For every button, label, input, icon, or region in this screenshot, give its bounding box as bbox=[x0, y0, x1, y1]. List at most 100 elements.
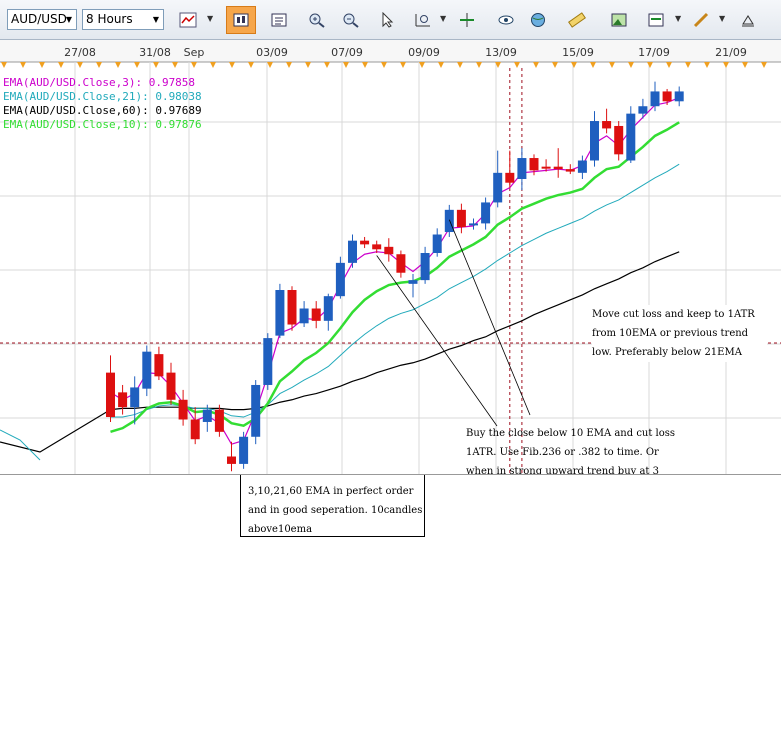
symbol-value: AUD/USD bbox=[11, 12, 67, 26]
candle-body bbox=[420, 253, 430, 281]
x-axis-marker bbox=[476, 62, 482, 68]
candle-view-button[interactable] bbox=[226, 6, 256, 34]
x-tick-label: 31/08 bbox=[139, 46, 171, 59]
x-axis-marker bbox=[153, 62, 159, 68]
x-axis-marker bbox=[457, 62, 463, 68]
candle-body bbox=[251, 384, 261, 437]
x-axis-marker bbox=[172, 62, 178, 68]
candle-body bbox=[190, 419, 200, 440]
annotation-pointer bbox=[448, 219, 531, 416]
zoom-area-icon bbox=[415, 14, 430, 27]
ema-line bbox=[110, 121, 680, 434]
x-axis-marker bbox=[96, 62, 102, 68]
text-button[interactable] bbox=[733, 6, 763, 34]
x-axis-marker bbox=[362, 62, 368, 68]
x-axis-marker bbox=[514, 62, 520, 68]
symbol-select[interactable]: AUD/USD ▼ bbox=[7, 9, 77, 30]
ruler-button[interactable] bbox=[562, 6, 592, 34]
candle-body bbox=[638, 106, 648, 114]
x-axis-marker bbox=[248, 62, 254, 68]
candle-body bbox=[626, 113, 636, 161]
x-axis-marker bbox=[685, 62, 691, 68]
candle-body bbox=[481, 202, 491, 224]
candle-body bbox=[130, 387, 140, 408]
candle-body bbox=[178, 399, 188, 420]
x-axis-marker bbox=[609, 62, 615, 68]
candlestick-icon bbox=[233, 13, 249, 27]
candle-body bbox=[335, 262, 345, 297]
properties-button[interactable] bbox=[264, 6, 294, 34]
x-axis-marker bbox=[647, 62, 653, 68]
zoom-in-icon bbox=[309, 13, 325, 28]
candle-body bbox=[227, 456, 236, 464]
zoom-out-button[interactable] bbox=[336, 6, 366, 34]
globe-button[interactable] bbox=[523, 6, 553, 34]
candle-body bbox=[214, 409, 224, 432]
candle-body bbox=[505, 172, 515, 183]
chevron-down-icon: ▼ bbox=[152, 15, 159, 24]
legend-ema3: EMA(AUD/USD.Close,3): 0.97858 bbox=[3, 76, 196, 89]
timeframe-value: 8 Hours bbox=[86, 12, 133, 26]
candle-body bbox=[456, 209, 466, 228]
candle-body bbox=[517, 158, 527, 179]
annotation-ema-order: 3,10,21,60 EMA in perfect order and in g… bbox=[248, 486, 423, 535]
properties-icon bbox=[271, 13, 287, 27]
eye-icon bbox=[498, 15, 514, 25]
cursor-button[interactable] bbox=[372, 6, 402, 34]
x-axis-marker bbox=[552, 62, 558, 68]
x-tick-label: 13/09 bbox=[485, 46, 517, 59]
x-axis-marker bbox=[229, 62, 235, 68]
chevron-down-icon[interactable]: ▼ bbox=[719, 14, 725, 23]
legend: EMA(AUD/USD.Close,3): 0.97858 EMA(AUD/US… bbox=[3, 76, 202, 132]
chart-area[interactable]: 27/08 31/08 Sep 03/09 07/09 09/09 13/09 15/09 17… bbox=[0, 40, 781, 475]
x-axis-marker bbox=[58, 62, 64, 68]
chevron-down-icon[interactable]: ▼ bbox=[440, 14, 446, 23]
x-axis-marker bbox=[39, 62, 45, 68]
text-icon bbox=[742, 15, 754, 27]
pen-icon bbox=[693, 12, 709, 28]
chart-type-button[interactable] bbox=[173, 6, 203, 34]
x-axis-marker bbox=[704, 62, 710, 68]
x-tick-label: 21/09 bbox=[715, 46, 747, 59]
layout-button[interactable] bbox=[641, 6, 671, 34]
chevron-down-icon[interactable]: ▼ bbox=[675, 14, 681, 23]
cursor-icon bbox=[382, 12, 394, 28]
legend-ema10: EMA(AUD/USD.Close,10): 0.97876 bbox=[3, 118, 202, 131]
x-axis-marker bbox=[210, 62, 216, 68]
x-axis-marker bbox=[761, 62, 767, 68]
horizontal-line-button[interactable] bbox=[452, 6, 482, 34]
x-axis-marker bbox=[115, 62, 121, 68]
candle-body bbox=[287, 290, 297, 325]
candle-body bbox=[154, 354, 164, 377]
x-axis-marker bbox=[134, 62, 140, 68]
timeframe-select[interactable]: 8 Hours ▼ bbox=[82, 9, 164, 30]
zoom-area-button[interactable] bbox=[408, 6, 438, 34]
x-axis-marker bbox=[286, 62, 292, 68]
candle-body bbox=[493, 172, 503, 203]
candle-body bbox=[553, 166, 563, 170]
image-button[interactable] bbox=[604, 6, 634, 34]
candle-body bbox=[323, 296, 333, 321]
pen-button[interactable] bbox=[686, 6, 716, 34]
x-axis-marker bbox=[381, 62, 387, 68]
annotation-pointer bbox=[376, 255, 498, 427]
candle-body bbox=[348, 240, 357, 263]
x-axis-marker bbox=[571, 62, 577, 68]
candle-body bbox=[565, 169, 575, 172]
candle-body bbox=[275, 290, 285, 336]
x-axis-marker bbox=[590, 62, 596, 68]
candle-body bbox=[311, 308, 321, 321]
x-axis-marker bbox=[742, 62, 748, 68]
x-tick-label: 17/09 bbox=[638, 46, 670, 59]
candle-body bbox=[263, 338, 273, 385]
zoom-out-icon bbox=[343, 13, 359, 28]
candle-body bbox=[299, 308, 309, 324]
x-axis-marker bbox=[20, 62, 26, 68]
view-button[interactable] bbox=[491, 6, 521, 34]
candle-body bbox=[590, 121, 599, 161]
chevron-down-icon[interactable]: ▼ bbox=[207, 14, 213, 23]
zoom-in-button[interactable] bbox=[302, 6, 332, 34]
candle-body bbox=[529, 158, 539, 171]
legend-ema60: EMA(AUD/USD.Close,60): 0.97689 bbox=[3, 104, 202, 117]
x-axis-marker bbox=[343, 62, 349, 68]
